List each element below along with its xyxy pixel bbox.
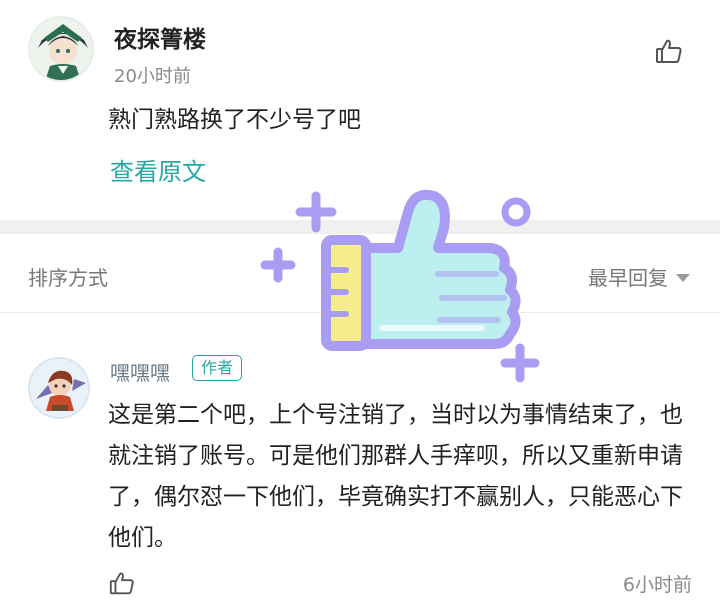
sort-selected-value: 最早回复 [588, 266, 668, 290]
reply-text: 这是第二个吧，上个号注销了，当时以为事情结束了，也就注销了账号。可是他们那群人手… [108, 402, 683, 551]
section-separator [0, 220, 720, 234]
thumbs-up-icon[interactable] [654, 36, 684, 66]
avatar[interactable] [28, 357, 90, 419]
reply-username[interactable]: 嘿嘿嘿 [110, 357, 170, 386]
reply-timestamp: 6小时前 [622, 574, 692, 596]
author-badge: 作者 [192, 355, 243, 381]
thumbs-up-icon[interactable] [108, 569, 136, 597]
caret-down-icon [676, 273, 690, 282]
thumbs-up-sticker [258, 182, 548, 392]
divider [0, 312, 720, 313]
sort-label: 排序方式 [28, 266, 108, 290]
view-original-link[interactable]: 查看原文 [110, 152, 206, 187]
comment-timestamp: 20小时前 [114, 66, 191, 87]
comment-thread: 夜探箐楼 20小时前 熟门熟路换了不少号了吧 查看原文 排序方式 最早回复 嘿嘿… [0, 0, 720, 613]
comment-username[interactable]: 夜探箐楼 [114, 20, 206, 54]
avatar[interactable] [28, 16, 94, 82]
sort-dropdown[interactable]: 最早回复 [588, 262, 690, 291]
comment-text: 熟门熟路换了不少号了吧 [108, 107, 361, 133]
